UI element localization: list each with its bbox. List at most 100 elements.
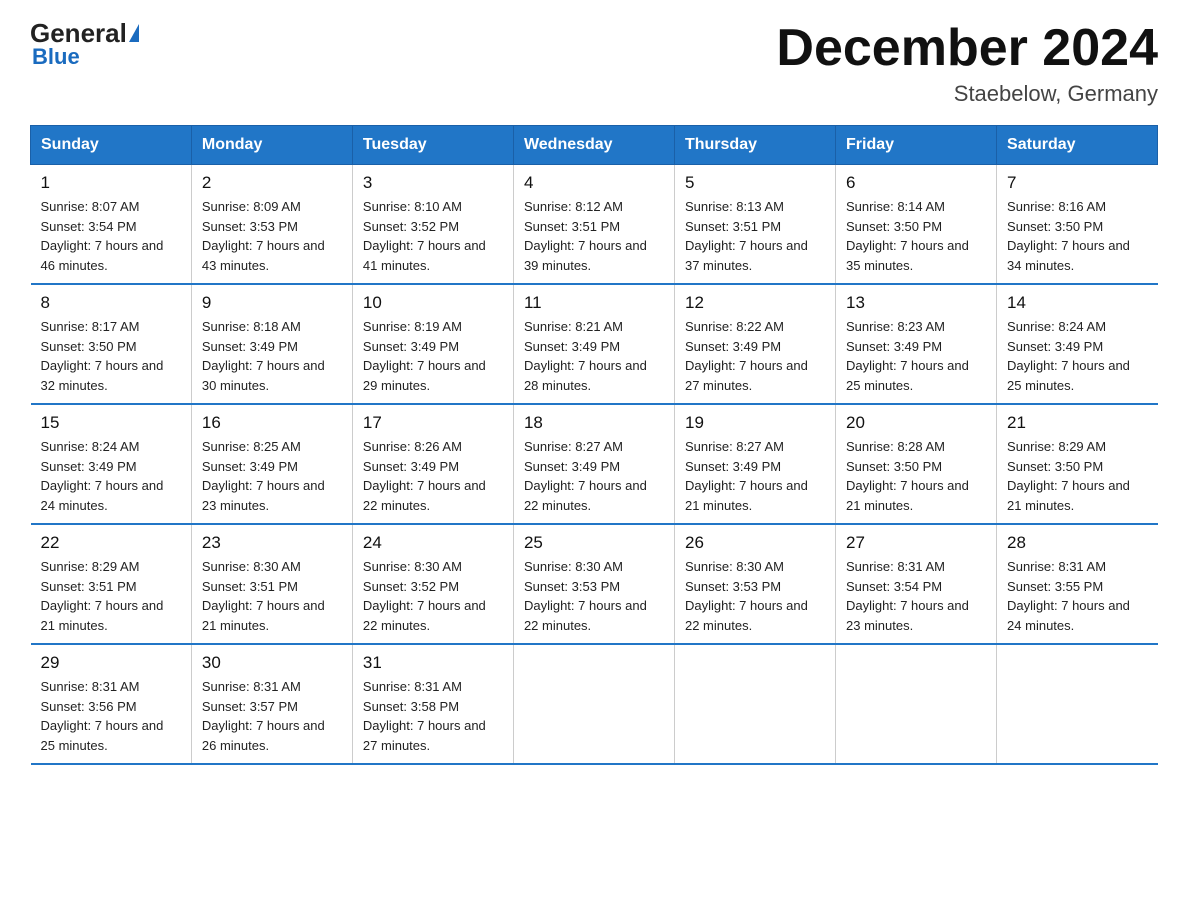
day-number: 20 <box>846 413 986 433</box>
day-number: 15 <box>41 413 181 433</box>
day-number: 26 <box>685 533 825 553</box>
calendar-cell: 16 Sunrise: 8:25 AMSunset: 3:49 PMDaylig… <box>191 404 352 524</box>
calendar-header-row: SundayMondayTuesdayWednesdayThursdayFrid… <box>31 126 1158 165</box>
calendar-cell: 11 Sunrise: 8:21 AMSunset: 3:49 PMDaylig… <box>513 284 674 404</box>
day-number: 23 <box>202 533 342 553</box>
day-info: Sunrise: 8:30 AMSunset: 3:52 PMDaylight:… <box>363 559 486 633</box>
day-info: Sunrise: 8:07 AMSunset: 3:54 PMDaylight:… <box>41 199 164 273</box>
day-info: Sunrise: 8:29 AMSunset: 3:51 PMDaylight:… <box>41 559 164 633</box>
day-info: Sunrise: 8:23 AMSunset: 3:49 PMDaylight:… <box>846 319 969 393</box>
calendar-cell <box>513 644 674 764</box>
day-info: Sunrise: 8:31 AMSunset: 3:55 PMDaylight:… <box>1007 559 1130 633</box>
day-number: 5 <box>685 173 825 193</box>
day-info: Sunrise: 8:29 AMSunset: 3:50 PMDaylight:… <box>1007 439 1130 513</box>
calendar-cell: 23 Sunrise: 8:30 AMSunset: 3:51 PMDaylig… <box>191 524 352 644</box>
calendar-cell <box>674 644 835 764</box>
calendar-cell: 21 Sunrise: 8:29 AMSunset: 3:50 PMDaylig… <box>997 404 1158 524</box>
day-number: 14 <box>1007 293 1147 313</box>
week-row-5: 29 Sunrise: 8:31 AMSunset: 3:56 PMDaylig… <box>31 644 1158 764</box>
calendar-cell: 25 Sunrise: 8:30 AMSunset: 3:53 PMDaylig… <box>513 524 674 644</box>
calendar-cell: 12 Sunrise: 8:22 AMSunset: 3:49 PMDaylig… <box>674 284 835 404</box>
column-header-friday: Friday <box>836 126 997 165</box>
calendar-cell: 18 Sunrise: 8:27 AMSunset: 3:49 PMDaylig… <box>513 404 674 524</box>
page-header: General Blue December 2024 Staebelow, Ge… <box>30 20 1158 107</box>
day-info: Sunrise: 8:25 AMSunset: 3:49 PMDaylight:… <box>202 439 325 513</box>
day-number: 28 <box>1007 533 1147 553</box>
calendar-cell: 8 Sunrise: 8:17 AMSunset: 3:50 PMDayligh… <box>31 284 192 404</box>
calendar-table: SundayMondayTuesdayWednesdayThursdayFrid… <box>30 125 1158 765</box>
day-info: Sunrise: 8:17 AMSunset: 3:50 PMDaylight:… <box>41 319 164 393</box>
logo: General Blue <box>30 20 139 70</box>
column-header-monday: Monday <box>191 126 352 165</box>
day-number: 31 <box>363 653 503 673</box>
calendar-cell: 22 Sunrise: 8:29 AMSunset: 3:51 PMDaylig… <box>31 524 192 644</box>
day-info: Sunrise: 8:31 AMSunset: 3:58 PMDaylight:… <box>363 679 486 753</box>
day-number: 19 <box>685 413 825 433</box>
day-number: 21 <box>1007 413 1147 433</box>
week-row-4: 22 Sunrise: 8:29 AMSunset: 3:51 PMDaylig… <box>31 524 1158 644</box>
day-info: Sunrise: 8:19 AMSunset: 3:49 PMDaylight:… <box>363 319 486 393</box>
day-info: Sunrise: 8:13 AMSunset: 3:51 PMDaylight:… <box>685 199 808 273</box>
day-info: Sunrise: 8:18 AMSunset: 3:49 PMDaylight:… <box>202 319 325 393</box>
day-number: 18 <box>524 413 664 433</box>
calendar-cell: 5 Sunrise: 8:13 AMSunset: 3:51 PMDayligh… <box>674 165 835 285</box>
day-info: Sunrise: 8:27 AMSunset: 3:49 PMDaylight:… <box>685 439 808 513</box>
calendar-cell: 20 Sunrise: 8:28 AMSunset: 3:50 PMDaylig… <box>836 404 997 524</box>
calendar-cell: 29 Sunrise: 8:31 AMSunset: 3:56 PMDaylig… <box>31 644 192 764</box>
day-info: Sunrise: 8:26 AMSunset: 3:49 PMDaylight:… <box>363 439 486 513</box>
calendar-cell <box>997 644 1158 764</box>
day-number: 27 <box>846 533 986 553</box>
day-number: 9 <box>202 293 342 313</box>
day-number: 6 <box>846 173 986 193</box>
day-info: Sunrise: 8:16 AMSunset: 3:50 PMDaylight:… <box>1007 199 1130 273</box>
day-number: 2 <box>202 173 342 193</box>
day-info: Sunrise: 8:10 AMSunset: 3:52 PMDaylight:… <box>363 199 486 273</box>
day-number: 24 <box>363 533 503 553</box>
column-header-tuesday: Tuesday <box>352 126 513 165</box>
day-number: 4 <box>524 173 664 193</box>
calendar-cell: 28 Sunrise: 8:31 AMSunset: 3:55 PMDaylig… <box>997 524 1158 644</box>
day-number: 1 <box>41 173 181 193</box>
calendar-cell: 19 Sunrise: 8:27 AMSunset: 3:49 PMDaylig… <box>674 404 835 524</box>
calendar-cell: 13 Sunrise: 8:23 AMSunset: 3:49 PMDaylig… <box>836 284 997 404</box>
day-number: 25 <box>524 533 664 553</box>
sub-title: Staebelow, Germany <box>776 81 1158 107</box>
calendar-cell: 1 Sunrise: 8:07 AMSunset: 3:54 PMDayligh… <box>31 165 192 285</box>
day-info: Sunrise: 8:24 AMSunset: 3:49 PMDaylight:… <box>1007 319 1130 393</box>
calendar-cell: 27 Sunrise: 8:31 AMSunset: 3:54 PMDaylig… <box>836 524 997 644</box>
day-number: 17 <box>363 413 503 433</box>
calendar-cell: 10 Sunrise: 8:19 AMSunset: 3:49 PMDaylig… <box>352 284 513 404</box>
day-number: 12 <box>685 293 825 313</box>
calendar-cell: 26 Sunrise: 8:30 AMSunset: 3:53 PMDaylig… <box>674 524 835 644</box>
logo-triangle-icon <box>129 24 139 42</box>
calendar-cell: 14 Sunrise: 8:24 AMSunset: 3:49 PMDaylig… <box>997 284 1158 404</box>
column-header-wednesday: Wednesday <box>513 126 674 165</box>
column-header-saturday: Saturday <box>997 126 1158 165</box>
calendar-cell: 2 Sunrise: 8:09 AMSunset: 3:53 PMDayligh… <box>191 165 352 285</box>
calendar-cell <box>836 644 997 764</box>
calendar-cell: 3 Sunrise: 8:10 AMSunset: 3:52 PMDayligh… <box>352 165 513 285</box>
day-info: Sunrise: 8:30 AMSunset: 3:53 PMDaylight:… <box>685 559 808 633</box>
logo-blue-text: Blue <box>32 44 80 70</box>
day-info: Sunrise: 8:31 AMSunset: 3:54 PMDaylight:… <box>846 559 969 633</box>
column-header-sunday: Sunday <box>31 126 192 165</box>
calendar-cell: 17 Sunrise: 8:26 AMSunset: 3:49 PMDaylig… <box>352 404 513 524</box>
day-number: 30 <box>202 653 342 673</box>
day-info: Sunrise: 8:28 AMSunset: 3:50 PMDaylight:… <box>846 439 969 513</box>
day-number: 11 <box>524 293 664 313</box>
day-info: Sunrise: 8:12 AMSunset: 3:51 PMDaylight:… <box>524 199 647 273</box>
day-info: Sunrise: 8:21 AMSunset: 3:49 PMDaylight:… <box>524 319 647 393</box>
day-info: Sunrise: 8:31 AMSunset: 3:57 PMDaylight:… <box>202 679 325 753</box>
day-number: 29 <box>41 653 181 673</box>
week-row-3: 15 Sunrise: 8:24 AMSunset: 3:49 PMDaylig… <box>31 404 1158 524</box>
day-number: 8 <box>41 293 181 313</box>
column-header-thursday: Thursday <box>674 126 835 165</box>
day-info: Sunrise: 8:24 AMSunset: 3:49 PMDaylight:… <box>41 439 164 513</box>
calendar-cell: 15 Sunrise: 8:24 AMSunset: 3:49 PMDaylig… <box>31 404 192 524</box>
calendar-cell: 4 Sunrise: 8:12 AMSunset: 3:51 PMDayligh… <box>513 165 674 285</box>
day-number: 3 <box>363 173 503 193</box>
calendar-cell: 6 Sunrise: 8:14 AMSunset: 3:50 PMDayligh… <box>836 165 997 285</box>
day-info: Sunrise: 8:31 AMSunset: 3:56 PMDaylight:… <box>41 679 164 753</box>
day-info: Sunrise: 8:22 AMSunset: 3:49 PMDaylight:… <box>685 319 808 393</box>
day-number: 13 <box>846 293 986 313</box>
